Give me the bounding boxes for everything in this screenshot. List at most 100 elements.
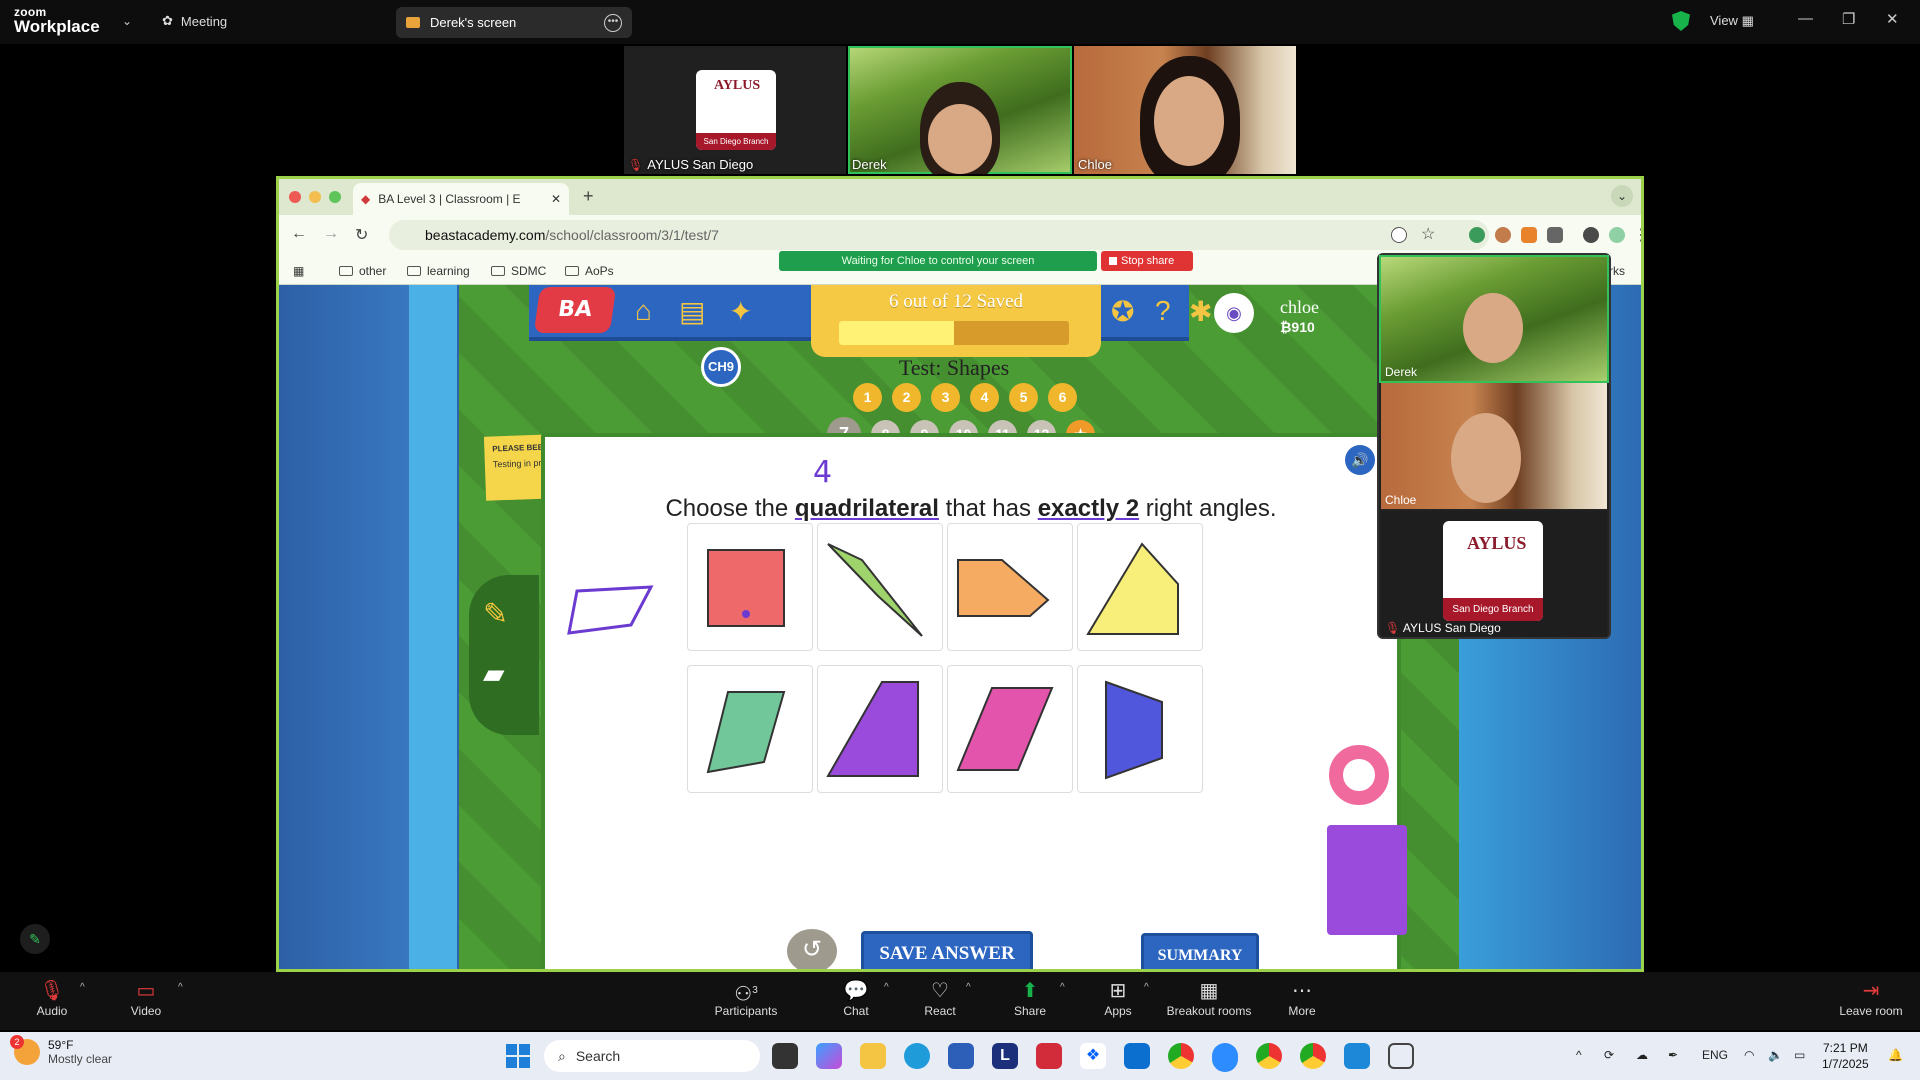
notifications-bell-icon[interactable]: 🔔 [1888, 1048, 1903, 1062]
answer-purple-trapezoid[interactable] [817, 665, 943, 793]
video-tile-chloe[interactable]: Chloe [1074, 46, 1296, 174]
bookmark-folder-sdmc[interactable]: SDMC [491, 264, 546, 278]
apps-button[interactable]: ⊞ Apps [1096, 978, 1140, 1018]
dropbox-icon[interactable]: ❖ [1080, 1043, 1106, 1069]
question-5[interactable]: 5 [1009, 383, 1038, 412]
more-button[interactable]: ⋯ More [1280, 978, 1324, 1018]
school-icon[interactable]: ⌂ [635, 295, 652, 327]
extension-icon[interactable] [1495, 227, 1511, 243]
react-button[interactable]: ♡ React [918, 978, 962, 1018]
app-l-icon[interactable]: L [992, 1043, 1018, 1069]
back-icon[interactable]: ← [291, 225, 307, 243]
audio-button[interactable]: 🎙 Audio [30, 978, 74, 1018]
close-icon[interactable]: ✕ [1886, 10, 1899, 28]
save-answer-button[interactable]: SAVE ANSWER [861, 931, 1033, 969]
minimize-dot[interactable] [309, 191, 321, 203]
windows-start-icon[interactable] [506, 1044, 530, 1068]
beast-academy-logo[interactable]: BA [533, 287, 617, 333]
video-tile-aylus[interactable]: AYLUS San Diego Branch 🎙 AYLUS San Diego [624, 46, 846, 174]
chevron-down-icon[interactable]: ⌄ [122, 14, 132, 28]
zoom-taskbar-icon[interactable] [1212, 1043, 1238, 1069]
breakout-rooms-button[interactable]: ▦ Breakout rooms [1162, 978, 1256, 1018]
participants-button[interactable]: ⚇3 Participants [706, 978, 786, 1018]
chrome-icon[interactable] [1168, 1043, 1194, 1069]
language-indicator[interactable]: ENG [1702, 1048, 1728, 1062]
answer-yellow-pentagon[interactable] [1077, 523, 1203, 651]
close-dot[interactable] [289, 191, 301, 203]
wifi-icon[interactable]: ◠ [1744, 1048, 1754, 1062]
question-6[interactable]: 6 [1048, 383, 1077, 412]
audio-options-icon[interactable]: ^ [80, 982, 85, 993]
answer-red-square[interactable] [687, 523, 813, 651]
settings-gear-icon[interactable]: ✱ [1189, 295, 1212, 328]
chrome-profile-icon[interactable] [1256, 1043, 1282, 1069]
video-options-icon[interactable]: ^ [178, 982, 183, 993]
video-icon[interactable]: ✦ [729, 295, 752, 328]
view-menu[interactable]: View ▦ [1710, 13, 1754, 29]
leave-room-button[interactable]: ⇥ Leave room [1834, 978, 1908, 1018]
extension-icon[interactable] [1583, 227, 1599, 243]
question-4[interactable]: 4 [970, 383, 999, 412]
video-button[interactable]: ▭ Video [124, 978, 168, 1018]
share-button[interactable]: ⬆ Share [1008, 978, 1052, 1018]
zoom-logo[interactable]: zoom Workplace [14, 6, 100, 35]
volume-icon[interactable]: 🔈 [1768, 1048, 1783, 1062]
reload-icon[interactable]: ↻ [355, 225, 368, 245]
browser-tab[interactable]: ◆ BA Level 3 | Classroom | E ✕ [353, 183, 569, 215]
minimize-icon[interactable]: — [1798, 10, 1813, 27]
answer-blue-trapezoid[interactable] [1077, 665, 1203, 793]
taskbar-search[interactable]: ⌕ Search [544, 1040, 760, 1072]
forward-icon[interactable]: → [323, 225, 339, 243]
help-icon[interactable]: ? [1155, 295, 1171, 327]
new-tab-icon[interactable]: + [583, 186, 594, 207]
battery-icon[interactable]: ▭ [1794, 1048, 1805, 1062]
summary-button[interactable]: SUMMARY [1141, 933, 1259, 969]
share-options-icon[interactable]: ^ [1060, 982, 1065, 993]
shared-screen-pill[interactable]: Derek's screen ••• [396, 7, 632, 38]
profile-icon[interactable] [1609, 227, 1625, 243]
file-explorer-icon[interactable] [860, 1043, 886, 1069]
photos-icon[interactable] [1344, 1043, 1370, 1069]
sync-icon[interactable]: ⟳ [1604, 1048, 1614, 1062]
extension-icon[interactable] [1469, 227, 1485, 243]
weather-widget[interactable]: 2 59°F Mostly clear [10, 1035, 112, 1066]
answer-green-sliver[interactable] [817, 523, 943, 651]
edge-icon[interactable] [904, 1043, 930, 1069]
extensions-puzzle-icon[interactable] [1547, 227, 1563, 243]
browser-menu-icon[interactable]: ⋮ [1633, 225, 1641, 245]
address-bar[interactable]: beastacademy.com/school/classroom/3/1/te… [389, 220, 1489, 250]
tab-close-icon[interactable]: ✕ [551, 192, 561, 206]
chrome-profile-icon[interactable] [1300, 1043, 1326, 1069]
zoom-dot[interactable] [329, 191, 341, 203]
chat-button[interactable]: 💬 Chat [836, 978, 876, 1018]
restore-icon[interactable]: ❐ [1842, 10, 1855, 28]
bookmark-folder-other[interactable]: other [339, 264, 386, 278]
video-tile-derek[interactable]: Derek [848, 46, 1072, 174]
snipping-tool-icon[interactable] [1388, 1043, 1414, 1069]
bookmark-folder-aops[interactable]: AoPs [565, 264, 614, 278]
encryption-shield-icon[interactable] [1672, 11, 1690, 31]
video-tile-derek-small[interactable]: Derek [1379, 255, 1609, 383]
award-icon[interactable]: ✪ [1111, 295, 1134, 328]
apps-grid-icon[interactable]: ▦ [293, 264, 304, 278]
extension-icon[interactable] [1521, 227, 1537, 243]
tray-overflow-icon[interactable]: ^ [1576, 1048, 1582, 1062]
undo-icon[interactable]: ↺ [787, 929, 837, 969]
chat-options-icon[interactable]: ^ [884, 982, 889, 993]
pen-icon[interactable]: ✒ [1668, 1048, 1678, 1062]
system-clock[interactable]: 7:21 PM 1/7/2025 [1822, 1040, 1869, 1072]
question-2[interactable]: 2 [892, 383, 921, 412]
answer-teal-parallelogram[interactable] [687, 665, 813, 793]
mcafee-icon[interactable] [1036, 1043, 1062, 1069]
site-settings-icon[interactable] [1391, 227, 1407, 243]
bookmark-star-icon[interactable]: ☆ [1421, 224, 1435, 244]
task-view-icon[interactable] [772, 1043, 798, 1069]
user-badge[interactable]: ◉ chloe ₿910 [1214, 293, 1319, 335]
book-icon[interactable]: ▤ [679, 295, 705, 328]
meeting-menu[interactable]: ✿ Meeting [162, 13, 227, 29]
answer-pink-parallelogram[interactable] [947, 665, 1073, 793]
outlook-icon[interactable] [1124, 1043, 1150, 1069]
video-tile-aylus-small[interactable]: AYLUS San Diego Branch 🎙 AYLUS San Diego [1381, 511, 1607, 637]
video-tile-chloe-small[interactable]: Chloe [1381, 383, 1607, 509]
pencil-icon[interactable]: ✎ [483, 597, 508, 632]
